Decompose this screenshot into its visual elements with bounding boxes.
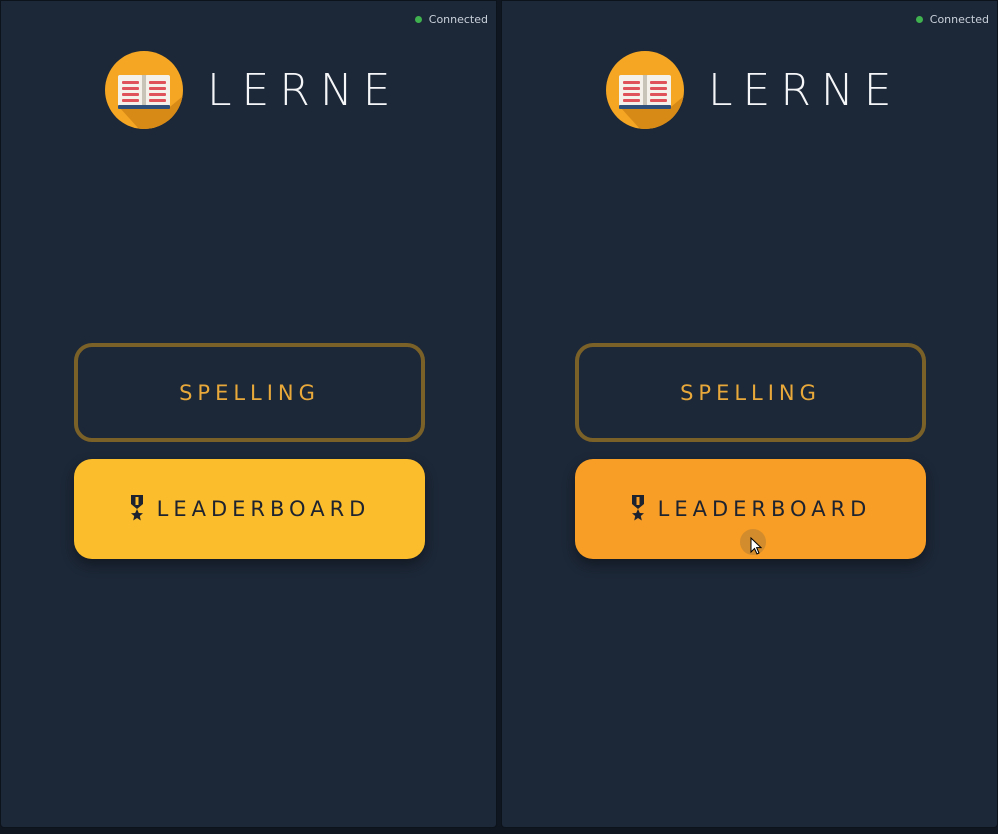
open-book-icon bbox=[105, 51, 183, 129]
spelling-button-label: SPELLING bbox=[179, 380, 320, 405]
app-window-hover: Connected LERNE SPELLING LEADERBOARD bbox=[501, 0, 998, 828]
status-dot-icon bbox=[915, 16, 923, 23]
connection-status: Connected bbox=[915, 13, 989, 26]
leaderboard-button-label: LEADERBOARD bbox=[156, 497, 371, 521]
medal-icon bbox=[129, 494, 145, 526]
connection-status: Connected bbox=[414, 13, 488, 26]
spelling-button[interactable]: SPELLING bbox=[575, 343, 926, 442]
spelling-button[interactable]: SPELLING bbox=[74, 343, 425, 442]
leaderboard-button-label: LEADERBOARD bbox=[657, 497, 872, 521]
spelling-button-label: SPELLING bbox=[680, 380, 821, 405]
app-title: LERNE bbox=[207, 64, 401, 116]
open-book-icon bbox=[606, 51, 684, 129]
status-label: Connected bbox=[929, 13, 989, 26]
app-title: LERNE bbox=[708, 64, 902, 116]
mouse-cursor-icon bbox=[750, 536, 763, 559]
app-comparison: Connected LERNE SPELLING LEADERBOARD Con… bbox=[0, 0, 998, 834]
app-window-default: Connected LERNE SPELLING LEADERBOARD bbox=[0, 0, 497, 828]
app-logo: LERNE bbox=[105, 51, 401, 129]
status-dot-icon bbox=[414, 16, 422, 23]
status-label: Connected bbox=[428, 13, 488, 26]
leaderboard-button[interactable]: LEADERBOARD bbox=[74, 459, 425, 559]
app-logo: LERNE bbox=[606, 51, 902, 129]
medal-icon bbox=[630, 494, 646, 526]
